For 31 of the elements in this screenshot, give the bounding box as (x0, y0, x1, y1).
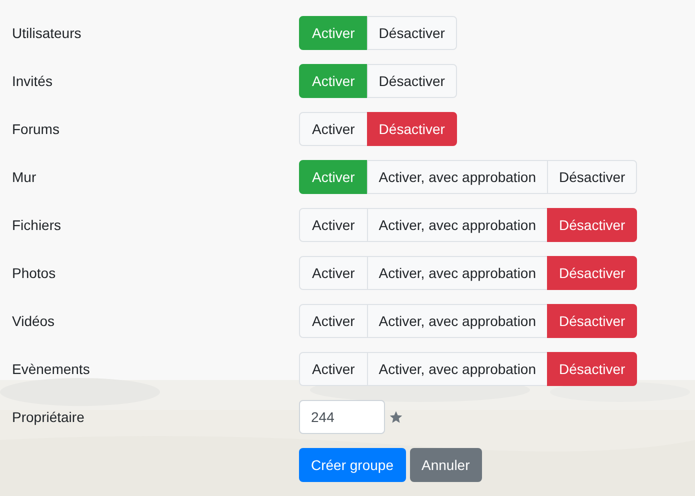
cancel-button[interactable]: Annuler (410, 448, 482, 482)
toggle-button[interactable]: Désactiver (547, 352, 638, 386)
toggle-button[interactable]: Activer (299, 208, 368, 242)
field-label: Propriétaire (11, 409, 86, 425)
field-label: Utilisateurs (11, 25, 82, 41)
field-label: Evènements (11, 361, 91, 377)
toggle-button[interactable]: Désactiver (547, 160, 638, 194)
toggle-button[interactable]: Activer, avec approbation (366, 160, 548, 194)
field-label: Photos (11, 265, 57, 281)
toggle-button[interactable]: Activer (299, 112, 368, 146)
field-label: Mur (11, 169, 38, 185)
create-button[interactable]: Créer groupe (299, 448, 406, 482)
toggle-button[interactable]: Activer, avec approbation (366, 304, 548, 338)
toggle-button[interactable]: Désactiver (547, 208, 638, 242)
field-label: Fichiers (11, 217, 62, 233)
toggle-button[interactable]: Désactiver (547, 256, 638, 290)
toggle-button[interactable]: Activer (299, 304, 368, 338)
toggle-button[interactable]: Désactiver (366, 112, 457, 146)
toggle-button[interactable]: Désactiver (366, 64, 457, 98)
star-icon (389, 410, 403, 424)
toggle-button[interactable]: Activer, avec approbation (366, 208, 548, 242)
field-label: Invités (11, 73, 54, 89)
toggle-button[interactable]: Désactiver (547, 304, 638, 338)
toggle-button[interactable]: Activer, avec approbation (366, 256, 548, 290)
toggle-button[interactable]: Activer (299, 352, 368, 386)
field-label: Forums (11, 121, 60, 137)
toggle-button[interactable]: Activer, avec approbation (366, 352, 548, 386)
toggle-button[interactable]: Désactiver (366, 16, 457, 50)
toggle-button[interactable]: Activer (299, 256, 368, 290)
input-field[interactable]: 244 (299, 400, 385, 434)
field-label: Vidéos (11, 313, 56, 329)
